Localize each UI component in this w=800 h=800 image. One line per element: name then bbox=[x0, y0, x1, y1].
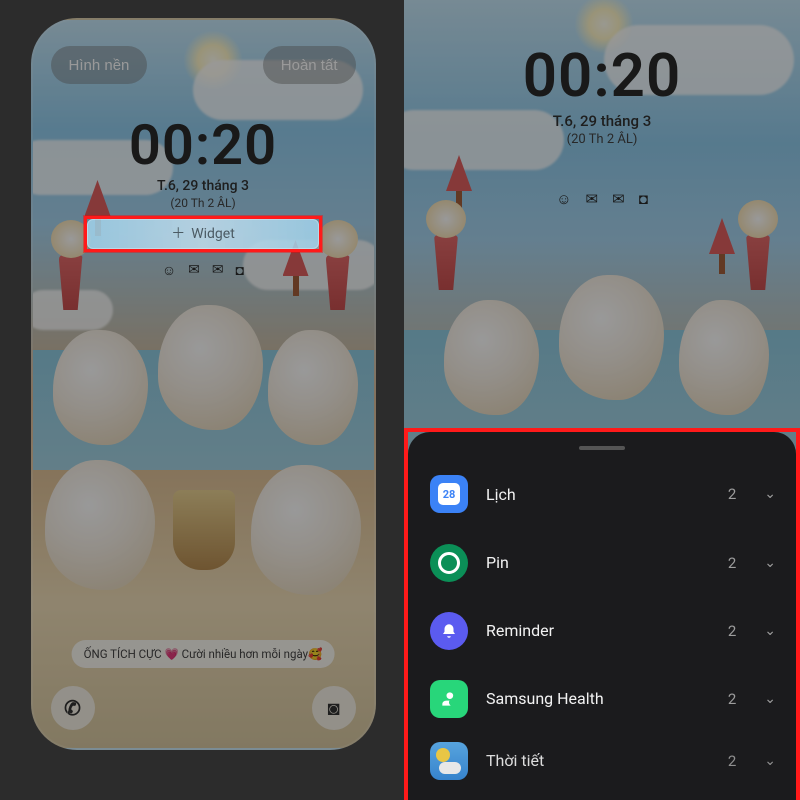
widget-row-calendar[interactable]: 28 Lịch 2 ⌄ bbox=[408, 460, 796, 528]
wallpaper-parfait bbox=[738, 200, 778, 290]
phone-icon: ✆ bbox=[64, 696, 81, 720]
caption-chip[interactable]: ỐNG TÍCH CỰC 💗 Cười nhiều hơn mỗi ngày🥰 bbox=[72, 640, 335, 668]
notif-person-icon: ☺ bbox=[162, 262, 176, 279]
notif-mail-icon: ✉ bbox=[212, 262, 224, 279]
widget-row-count: 2 bbox=[728, 485, 736, 503]
clock-date-lunar: (20 Th 2 ÂL) bbox=[33, 196, 374, 210]
chevron-down-icon: ⌄ bbox=[764, 753, 776, 769]
wallpaper-dog bbox=[559, 275, 664, 400]
clock-date: T.6, 29 tháng 3 bbox=[33, 178, 374, 194]
camera-icon: ◙ bbox=[327, 696, 339, 721]
clock-date-lunar: (20 Th 2 ÂL) bbox=[404, 132, 800, 147]
notification-icons-row: ☺ ✉ ✉ ◘ bbox=[404, 190, 800, 208]
wallpaper-dog bbox=[444, 300, 539, 415]
add-widget-label: Widget bbox=[191, 226, 235, 242]
wallpaper-dog bbox=[158, 305, 263, 430]
widget-row-weather[interactable]: Thời tiết 2 ⌄ bbox=[408, 732, 796, 788]
widget-row-count: 2 bbox=[728, 622, 736, 640]
plus-icon: ＋ bbox=[171, 227, 185, 241]
wallpaper-dog bbox=[251, 465, 361, 595]
add-widget-button[interactable]: ＋ Widget bbox=[87, 219, 319, 249]
notif-chat-icon: ✉ bbox=[188, 262, 200, 279]
notif-app-icon: ◘ bbox=[639, 190, 648, 208]
clock-date: T.6, 29 tháng 3 bbox=[404, 112, 800, 130]
wallpaper-tree bbox=[709, 218, 735, 274]
widget-picker-highlight: 28 Lịch 2 ⌄ Pin 2 ⌄ Reminder 2 ⌄ Samsung… bbox=[404, 428, 800, 800]
notif-mail-icon: ✉ bbox=[612, 190, 625, 208]
widget-row-label: Pin bbox=[486, 553, 710, 572]
wallpaper-button[interactable]: Hình nền bbox=[51, 46, 148, 84]
widget-row-label: Thời tiết bbox=[486, 751, 710, 770]
wallpaper-cup bbox=[173, 490, 235, 570]
wallpaper-dog bbox=[45, 460, 155, 590]
widget-picker-sheet[interactable]: 28 Lịch 2 ⌄ Pin 2 ⌄ Reminder 2 ⌄ Samsung… bbox=[408, 432, 796, 800]
widget-row-count: 2 bbox=[728, 554, 736, 572]
wallpaper-dog bbox=[679, 300, 769, 415]
calendar-icon: 28 bbox=[430, 475, 468, 513]
battery-icon bbox=[430, 544, 468, 582]
done-button[interactable]: Hoàn tất bbox=[263, 46, 356, 84]
lock-screen-preview: Hình nền Hoàn tất 00:20 T.6, 29 tháng 3 … bbox=[31, 18, 376, 750]
notification-icons-row[interactable]: ☺ ✉ ✉ ◘ bbox=[33, 262, 374, 279]
widget-row-count: 2 bbox=[728, 690, 736, 708]
wallpaper-parfait bbox=[426, 200, 466, 290]
add-widget-highlight: ＋ Widget bbox=[84, 216, 322, 252]
chevron-down-icon: ⌄ bbox=[764, 691, 776, 707]
widget-row-battery[interactable]: Pin 2 ⌄ bbox=[408, 528, 796, 596]
widget-row-label: Samsung Health bbox=[486, 689, 710, 708]
widget-row-health[interactable]: Samsung Health 2 ⌄ bbox=[408, 664, 796, 732]
notif-app-icon: ◘ bbox=[236, 262, 244, 279]
health-icon bbox=[430, 680, 468, 718]
left-screenshot: Hình nền Hoàn tất 00:20 T.6, 29 tháng 3 … bbox=[8, 0, 398, 800]
shortcut-camera[interactable]: ◙ bbox=[312, 686, 356, 730]
widget-row-label: Lịch bbox=[486, 485, 710, 504]
widget-row-reminder[interactable]: Reminder 2 ⌄ bbox=[408, 596, 796, 664]
wallpaper-dog bbox=[268, 330, 358, 445]
wallpaper-dog bbox=[53, 330, 148, 445]
reminder-icon bbox=[430, 612, 468, 650]
clock-time[interactable]: 00:20 bbox=[33, 112, 374, 178]
weather-icon bbox=[430, 742, 468, 780]
widget-row-count: 2 bbox=[728, 752, 736, 770]
notif-chat-icon: ✉ bbox=[586, 190, 599, 208]
notif-person-icon: ☺ bbox=[556, 190, 571, 208]
chevron-down-icon: ⌄ bbox=[764, 486, 776, 502]
chevron-down-icon: ⌄ bbox=[764, 555, 776, 571]
widget-row-label: Reminder bbox=[486, 621, 710, 640]
shortcut-phone[interactable]: ✆ bbox=[51, 686, 95, 730]
chevron-down-icon: ⌄ bbox=[764, 623, 776, 639]
sheet-drag-handle[interactable] bbox=[579, 446, 625, 450]
clock-time: 00:20 bbox=[404, 40, 800, 111]
